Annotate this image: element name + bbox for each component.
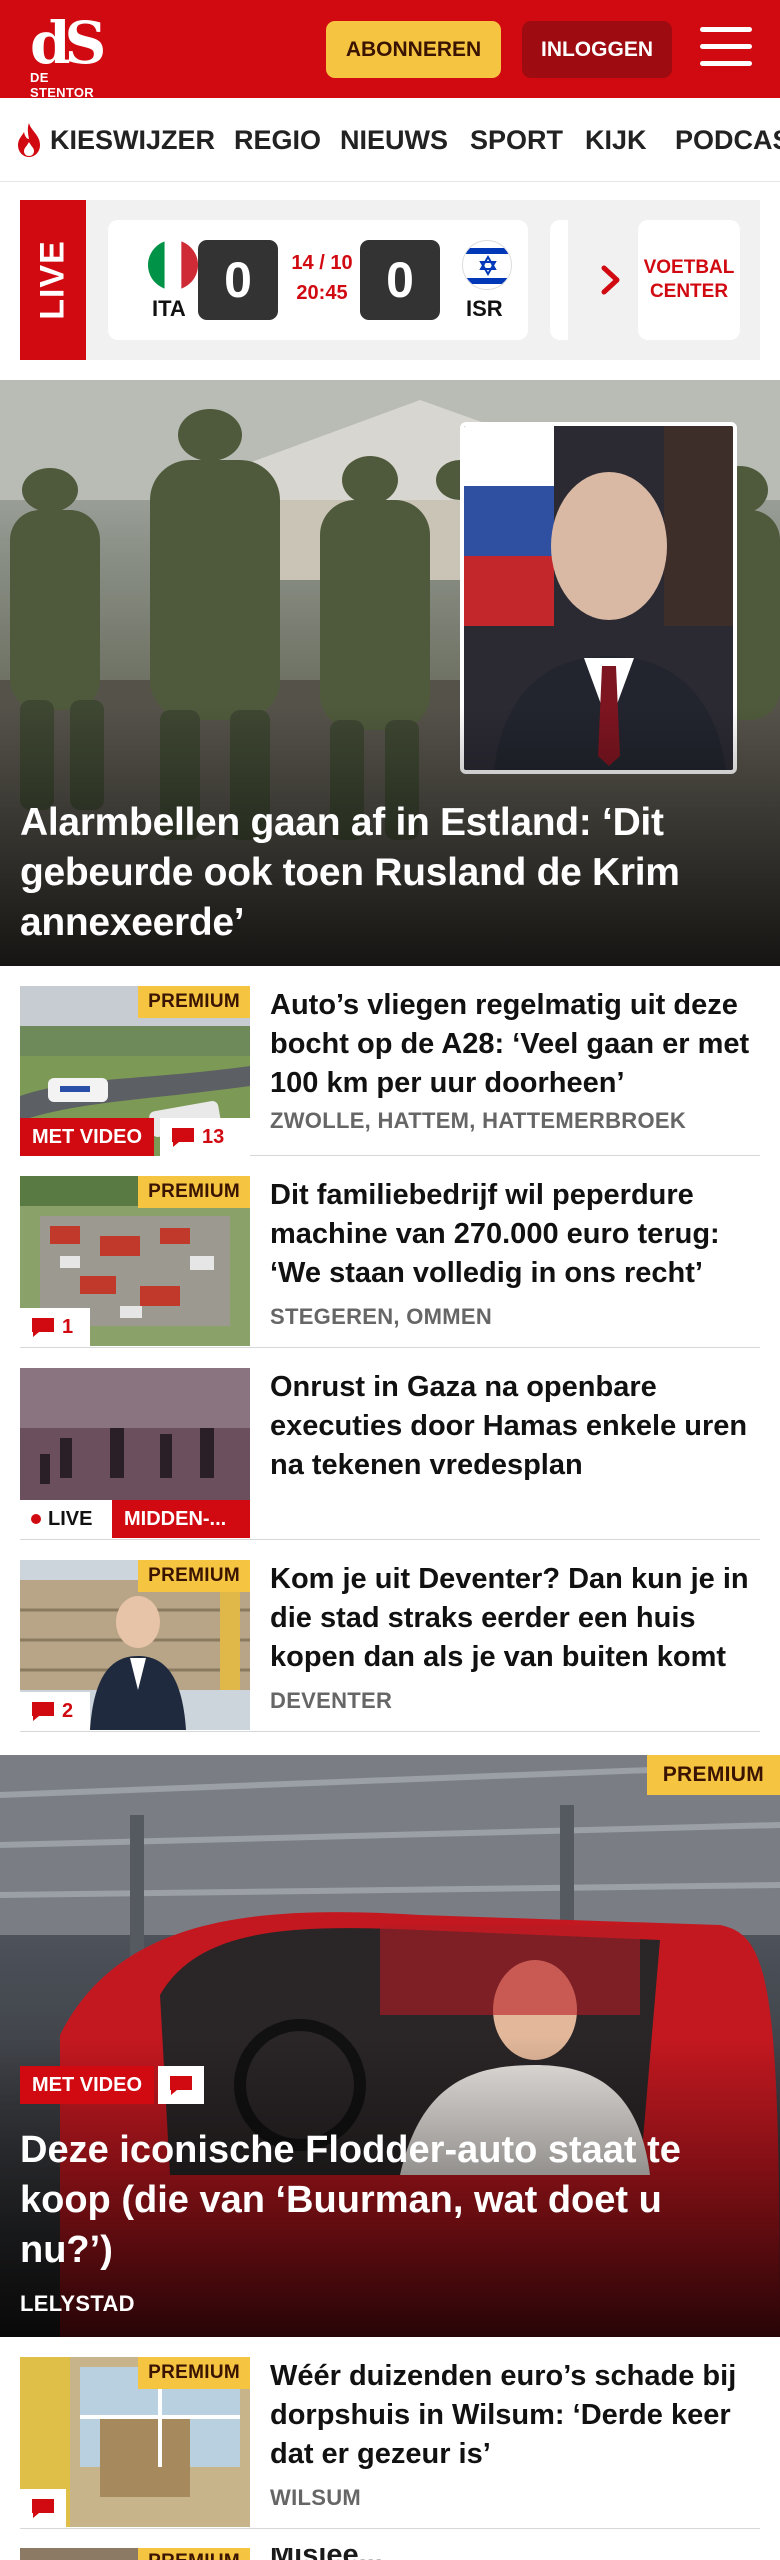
voetbal-center-link[interactable]: VOETBAL CENTER — [638, 220, 740, 340]
list-item[interactable]: PREMIUM 2 Kom je uit Deventer? Dan kun j… — [20, 1540, 760, 1732]
home-score: 0 — [198, 240, 278, 320]
article-title[interactable]: Kom je uit Deventer? Dan kun je in die s… — [270, 1560, 760, 1677]
comment-count-value: 13 — [202, 1126, 225, 1148]
article-title[interactable]: Dit familiebedrijf wil peperdure machine… — [270, 1176, 760, 1293]
list-item[interactable]: LIVE MIDDEN-... Onrust in Gaza na openba… — [20, 1348, 760, 1540]
premium-badge: PREMIUM — [646, 1755, 780, 1795]
article-location: WILSUM — [270, 2485, 362, 2510]
premium-badge: PREMIUM — [138, 1560, 250, 1592]
premium-badge: PREMIUM — [138, 986, 250, 1018]
comment-icon — [32, 1318, 54, 1337]
home-team-code: ITA — [152, 296, 186, 321]
live-label: LIVE — [20, 200, 86, 360]
nav-item-nieuws[interactable]: NIEUWS — [340, 98, 448, 181]
menu-icon[interactable] — [700, 27, 752, 71]
flame-icon — [18, 123, 40, 157]
article-thumbnail: PREMIUM 2 — [20, 1560, 250, 1730]
comment-icon — [172, 1128, 194, 1147]
comment-count[interactable] — [20, 2489, 66, 2527]
video-badge: MET VIDEO — [20, 2066, 155, 2104]
section-badge: MIDDEN-... — [112, 1500, 250, 1538]
live-scores-bar: LIVE ITA 0 14 / 10 20:45 0 ISR VOETBAL C… — [20, 200, 760, 360]
premium-badge: PREMIUM — [138, 2357, 250, 2389]
nav-item-regio[interactable]: REGIO — [234, 98, 321, 181]
comment-icon — [170, 2076, 192, 2095]
article-location: ZWOLLE, HATTEM, HATTEMERBROEK — [270, 1108, 687, 1133]
logo-mark: dS — [30, 9, 106, 77]
article-title[interactable]: Auto’s vliegen regelmatig uit deze bocht… — [270, 986, 760, 1103]
list-item-partial[interactable]: PREMIUM Mislee... — [20, 2548, 760, 2560]
match-date: 14 / 10 — [291, 252, 353, 274]
list-item[interactable]: PREMIUM Wéér duizenden euro’s schade bij… — [20, 2337, 760, 2529]
comment-count-value: 1 — [62, 1316, 74, 1338]
nav-item-podcast[interactable]: PODCAS — [675, 98, 780, 181]
next-match-card[interactable] — [550, 220, 568, 340]
article-thumbnail: PREMIUM 1 — [20, 1176, 250, 1346]
premium-badge: PREMIUM — [138, 2548, 250, 2560]
feature-article[interactable]: PREMIUM MET VIDEO Deze iconische Flodder… — [0, 1755, 780, 2337]
subscribe-button[interactable]: ABONNEREN — [326, 21, 501, 78]
away-score: 0 — [360, 240, 440, 320]
chevron-right-icon[interactable] — [590, 260, 630, 300]
comment-count[interactable]: 13 — [160, 1118, 250, 1156]
live-badge: LIVE — [20, 1500, 112, 1538]
article-thumbnail: PREMIUM — [20, 2548, 250, 2560]
comment-count[interactable]: 2 — [20, 1692, 90, 1730]
article-thumbnail: LIVE MIDDEN-... — [20, 1368, 250, 1538]
article-title[interactable]: Mislee... — [270, 2548, 383, 2560]
live-badge-label: LIVE — [48, 1508, 93, 1530]
article-location: DEVENTER — [270, 1688, 393, 1713]
away-team-code: ISR — [466, 296, 503, 321]
login-button[interactable]: INLOGGEN — [522, 21, 672, 78]
site-header: dS DE STENTOR ABONNEREN INLOGGEN — [0, 0, 780, 100]
feature-title[interactable]: Deze iconische Flodder-auto staat te koo… — [20, 2125, 760, 2275]
nav-item-kieswijzer[interactable]: KIESWIJZER — [50, 98, 215, 181]
comment-icon — [32, 1702, 54, 1721]
match-card[interactable]: ITA 0 14 / 10 20:45 0 ISR — [108, 220, 528, 340]
comment-count[interactable]: 1 — [20, 1308, 90, 1346]
article-title[interactable]: Wéér duizenden euro’s schade bij dorpshu… — [270, 2357, 760, 2474]
live-dot-icon — [31, 1514, 41, 1524]
premium-badge: PREMIUM — [138, 1176, 250, 1208]
feature-location: LELYSTAD — [20, 2291, 135, 2316]
hero-title[interactable]: Alarmbellen gaan af in Estland: ‘Dit geb… — [20, 798, 740, 948]
italy-flag-icon — [148, 240, 198, 290]
video-badge: MET VIDEO — [20, 1118, 155, 1156]
nav-item-sport[interactable]: SPORT — [470, 98, 563, 181]
list-item[interactable]: PREMIUM MET VIDEO 13 Auto’s vliegen rege… — [20, 966, 760, 1156]
match-time: 20:45 — [296, 282, 348, 304]
comment-count-value: 2 — [62, 1700, 74, 1722]
article-title[interactable]: Onrust in Gaza na openbare executies doo… — [270, 1368, 760, 1485]
match-datetime: 14 / 10 20:45 — [286, 248, 358, 308]
israel-flag-icon — [462, 240, 512, 290]
nav-item-kijk[interactable]: KIJK — [585, 98, 647, 181]
site-logo[interactable]: dS DE STENTOR — [30, 9, 110, 100]
article-location: STEGEREN, OMMEN — [270, 1304, 493, 1329]
article-thumbnail: PREMIUM MET VIDEO 13 — [20, 986, 250, 1156]
article-thumbnail: PREMIUM — [20, 2357, 250, 2527]
hero-article[interactable]: Alarmbellen gaan af in Estland: ‘Dit geb… — [0, 380, 780, 966]
main-nav: KIESWIJZER REGIO NIEUWS SPORT KIJK PODCA… — [0, 98, 780, 182]
list-item[interactable]: PREMIUM 1 Dit familiebedrijf wil peperdu… — [20, 1156, 760, 1348]
comment-icon — [32, 2499, 54, 2518]
comment-count[interactable] — [158, 2066, 204, 2104]
